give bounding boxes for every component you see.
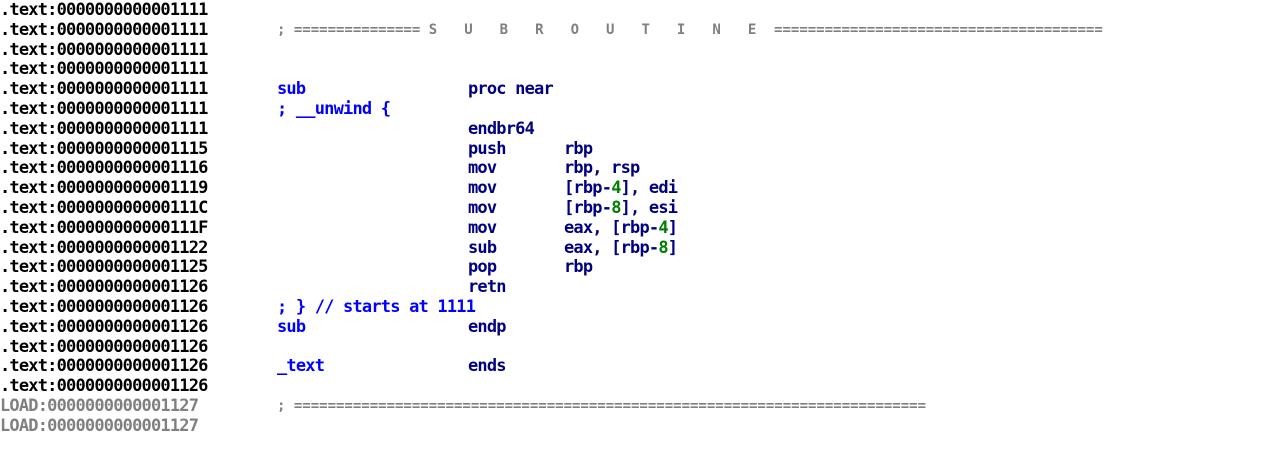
listing-line[interactable]: .text:0000000000001115 push rbp xyxy=(0,138,1264,160)
operand-text: ], esi xyxy=(620,197,678,218)
address: .text:0000000000001126 xyxy=(0,376,208,397)
comment: ; __unwind { xyxy=(277,98,391,119)
address: .text:0000000000001126 xyxy=(0,356,208,377)
listing-line[interactable]: .text:0000000000001111 sub proc near xyxy=(0,79,1264,100)
listing-line[interactable]: LOAD:0000000000001127 ; ================… xyxy=(0,395,1264,417)
listing-line[interactable]: .text:0000000000001111 xyxy=(0,60,1264,80)
operand-text: ], edi xyxy=(620,178,678,199)
address: LOAD:0000000000001127 xyxy=(0,395,199,416)
listing-line[interactable]: .text:0000000000001126 _text ends xyxy=(0,357,1264,377)
mnemonic[interactable]: mov xyxy=(468,159,497,179)
operand-text: eax, [rbp- xyxy=(564,217,659,238)
mnemonic[interactable]: mov xyxy=(468,178,497,199)
address: .text:000000000000111C xyxy=(0,197,208,218)
address: LOAD:0000000000001127 xyxy=(0,415,199,436)
subroutine-separator: ; =============== S U B R O U T I N E ==… xyxy=(277,21,1103,41)
listing-line[interactable]: LOAD:0000000000001127 xyxy=(0,415,1264,437)
immediate-number: 4 xyxy=(611,178,621,199)
operand-text: eax, [rbp- xyxy=(564,237,659,258)
address: .text:0000000000001111 xyxy=(0,19,208,40)
operand-text: ] xyxy=(667,237,678,258)
listing-line[interactable]: .text:0000000000001126 sub endp xyxy=(0,316,1264,338)
operand-text: rbp xyxy=(564,257,593,278)
operands[interactable]: rbp, rsp xyxy=(564,158,640,179)
mnemonic[interactable]: mov xyxy=(468,198,497,219)
address: .text:0000000000001111 xyxy=(0,39,208,60)
listing-line[interactable]: .text:0000000000001111 xyxy=(0,0,1264,21)
listing-line[interactable]: .text:0000000000001125 pop rbp xyxy=(0,257,1264,278)
segment-label[interactable]: _text xyxy=(277,357,325,377)
address: .text:0000000000001126 xyxy=(0,336,208,357)
immediate-number: 8 xyxy=(658,237,668,258)
listing-line[interactable]: .text:0000000000001111 ; __unwind { xyxy=(0,98,1264,120)
listing-line[interactable]: .text:0000000000001119 mov [rbp-4], edi xyxy=(0,178,1264,199)
operands[interactable]: eax, [rbp-4] xyxy=(564,217,678,239)
listing-line[interactable]: .text:0000000000001126 xyxy=(0,336,1264,358)
address: .text:0000000000001126 xyxy=(0,277,208,298)
address: .text:0000000000001122 xyxy=(0,237,208,258)
operands[interactable]: [rbp-8], esi xyxy=(564,197,678,219)
address: .text:0000000000001111 xyxy=(0,118,208,139)
separator-left: ; =============== xyxy=(277,21,421,38)
address: .text:0000000000001126 xyxy=(0,316,208,337)
listing-line[interactable]: .text:000000000000111C mov [rbp-8], esi xyxy=(0,197,1264,219)
function-label[interactable]: sub xyxy=(277,317,306,338)
address: .text:0000000000001119 xyxy=(0,178,208,199)
listing-line[interactable]: .text:0000000000001111 ; ===============… xyxy=(0,19,1264,41)
immediate-number: 8 xyxy=(611,197,621,218)
operands[interactable]: rbp xyxy=(564,138,593,160)
listing-line[interactable]: .text:0000000000001111 xyxy=(0,39,1264,61)
operands[interactable]: rbp xyxy=(564,257,593,278)
address: .text:0000000000001111 xyxy=(0,0,208,20)
separator-right: ======================================= xyxy=(774,21,1103,38)
address: .text:0000000000001116 xyxy=(0,158,208,179)
disassembly-listing[interactable]: .text:0000000000001111 .text:00000000000… xyxy=(0,0,1264,437)
directive: endp xyxy=(468,316,507,337)
listing-line[interactable]: .text:0000000000001126 xyxy=(0,376,1264,397)
address: .text:0000000000001111 xyxy=(0,59,208,80)
listing-line[interactable]: .text:000000000000111F mov eax, [rbp-4] xyxy=(0,217,1264,239)
address: .text:0000000000001115 xyxy=(0,138,208,159)
listing-line[interactable]: .text:0000000000001126 ; } // starts at … xyxy=(0,296,1264,318)
listing-line[interactable]: .text:0000000000001116 mov rbp, rsp xyxy=(0,158,1264,179)
directive: proc near xyxy=(468,79,554,100)
mnemonic[interactable]: push xyxy=(468,139,507,160)
listing-line[interactable]: .text:0000000000001111 endbr64 xyxy=(0,118,1264,140)
operand-text: rbp xyxy=(564,138,593,159)
listing-line[interactable]: .text:0000000000001122 sub eax, [rbp-8] xyxy=(0,237,1264,259)
operand-text: [rbp- xyxy=(564,178,612,199)
operand-text: rbp, rsp xyxy=(564,158,640,179)
comment: ; } // starts at 1111 xyxy=(277,296,476,317)
listing-line[interactable]: .text:0000000000001126 retn xyxy=(0,277,1264,298)
mnemonic[interactable]: mov xyxy=(468,218,497,239)
address: .text:0000000000001111 xyxy=(0,98,208,119)
address: .text:0000000000001126 xyxy=(0,296,208,317)
segment-separator: ; ======================================… xyxy=(277,397,927,414)
directive: ends xyxy=(468,356,507,377)
operand-text: ] xyxy=(667,217,678,238)
mnemonic[interactable]: sub xyxy=(468,238,497,259)
mnemonic[interactable]: endbr64 xyxy=(468,119,535,140)
address: .text:0000000000001125 xyxy=(0,257,208,278)
immediate-number: 4 xyxy=(658,217,668,238)
subroutine-title: S U B R O U T I N E xyxy=(428,21,766,38)
address: .text:000000000000111F xyxy=(0,217,208,238)
mnemonic[interactable]: pop xyxy=(468,258,497,278)
address: .text:0000000000001111 xyxy=(0,79,208,100)
mnemonic[interactable]: retn xyxy=(468,277,507,298)
operands[interactable]: [rbp-4], edi xyxy=(564,178,678,199)
operand-text: [rbp- xyxy=(564,197,612,218)
operands[interactable]: eax, [rbp-8] xyxy=(564,237,678,259)
function-label[interactable]: sub xyxy=(277,79,306,100)
